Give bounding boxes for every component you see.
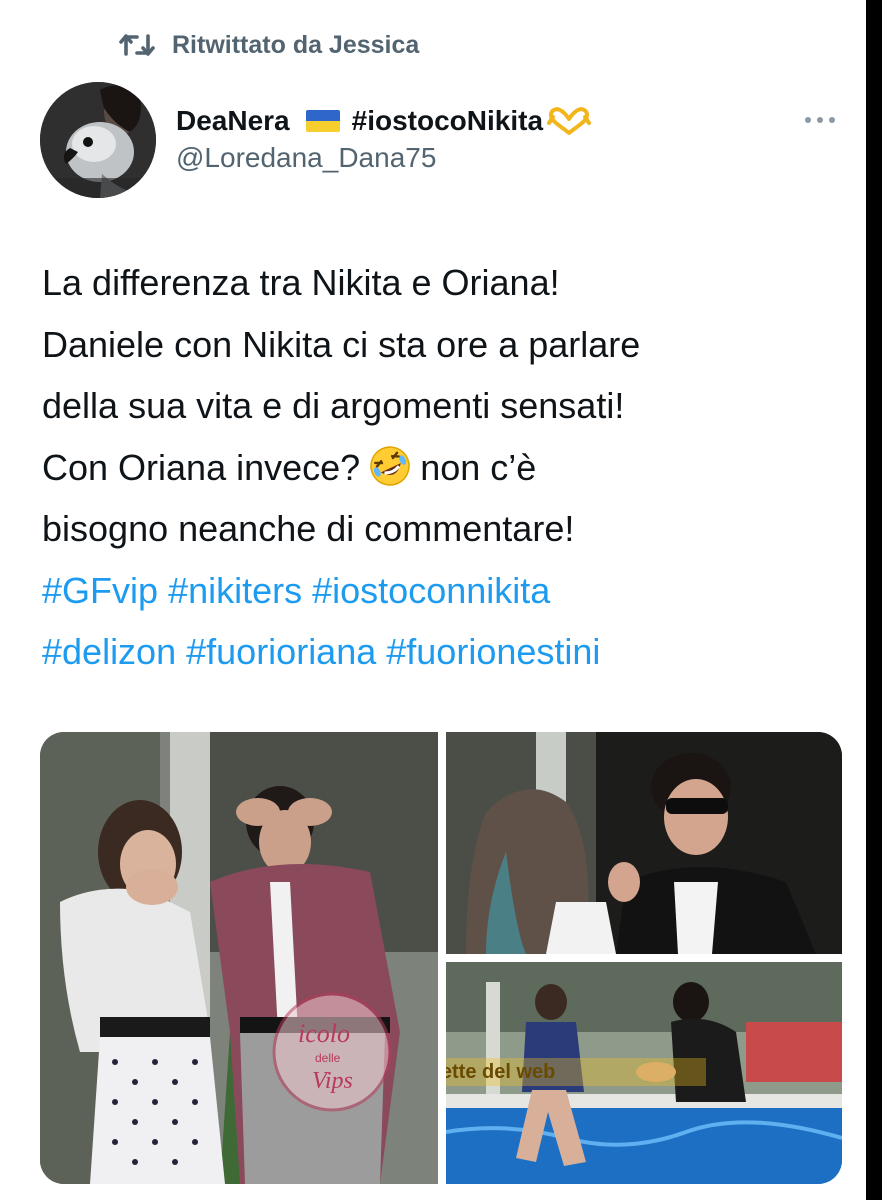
tweet-line: Daniele con Nikita ci sta ore a parlare	[42, 323, 641, 365]
tweet-line: della sua vita e di argomenti sensati!	[42, 385, 625, 426]
tweet-line: Con Oriana invece? non c’è	[42, 437, 842, 499]
tweet-line: La differenza tra Nikita e Oriana!	[42, 262, 560, 303]
avatar[interactable]	[40, 82, 156, 198]
media-photo-3[interactable]: le tette del web	[446, 962, 842, 1184]
tweet-line-part: Con Oriana invece?	[42, 446, 361, 488]
author-handle[interactable]: @Loredana_Dana75	[176, 142, 436, 174]
tweet-line-part: non c’è	[420, 446, 537, 488]
tweet-line: bisogno neanche di commentare!	[42, 508, 575, 549]
photo-couple-talking	[446, 732, 842, 954]
rolling-on-floor-laughing-emoji	[370, 445, 410, 486]
watermark-left-word: Vips	[312, 1068, 353, 1094]
tweet-body: La differenza tra Nikita e Oriana! Danie…	[42, 252, 842, 683]
hashtag-fuorionestini[interactable]: #fuorionestini	[386, 631, 600, 672]
hashtag-iostoconnikita[interactable]: #iostoconnikita	[312, 570, 550, 611]
hashtag-delizon[interactable]: #delizon	[42, 631, 176, 672]
hashtag-line: #GFvip #nikiters #iostoconnikita	[42, 560, 842, 622]
avatar-parrot-image	[40, 82, 156, 198]
media-photo-2[interactable]	[446, 732, 842, 954]
retweet-label: Ritwittato da Jessica	[172, 30, 420, 59]
more-options-icon[interactable]	[800, 112, 840, 128]
ukraine-flag-icon	[305, 110, 340, 132]
watermark-left-word: icolo	[298, 1019, 350, 1048]
watermark-right-text: le tette del web	[446, 1061, 555, 1083]
hashtag-gfvip[interactable]: #GFvip	[42, 570, 158, 611]
display-name[interactable]: DeaNera	[176, 105, 290, 137]
heart-hands-icon	[547, 107, 592, 135]
retweet-indicator[interactable]: Ritwittato da Jessica	[118, 28, 419, 62]
screen-edge	[866, 0, 882, 1200]
photo-couple-heart-hands: icolo delle Vips	[40, 732, 438, 1184]
hashtag-line: #delizon #fuorioriana #fuorionestini	[42, 621, 842, 683]
hashtag-fuorioriana[interactable]: #fuorioriana	[186, 631, 376, 672]
media-photo-1[interactable]: icolo delle Vips	[40, 732, 438, 1184]
hashtag-nikiters[interactable]: #nikiters	[168, 570, 302, 611]
retweet-icon	[119, 34, 155, 56]
tweet-media-grid: icolo delle Vips ette del web	[40, 732, 842, 1184]
name-hashtag: #iostocoNikita	[351, 105, 544, 136]
photo-pool-scene: le tette del web	[446, 962, 842, 1184]
watermark-left-word: delle	[315, 1051, 341, 1065]
tweet-card: Ritwittato da Jessica DeaNera #iostocoNi…	[0, 0, 866, 1200]
author-name-row[interactable]: DeaNera #iostocoNikita	[176, 100, 592, 142]
